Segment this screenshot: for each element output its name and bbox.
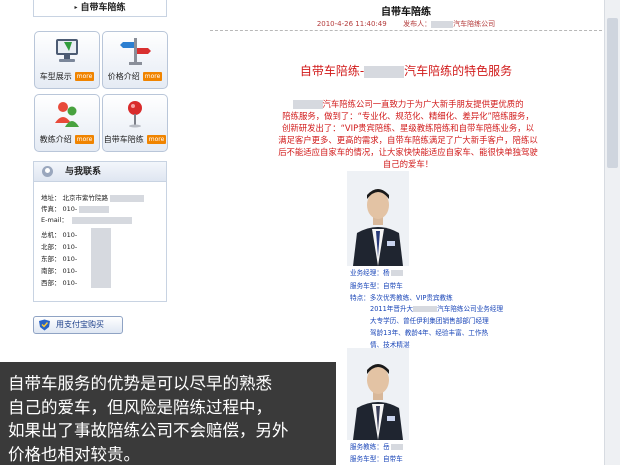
- redacted-block: [79, 205, 110, 213]
- coach-name-row: 服务教练：岳: [350, 441, 403, 451]
- contact-branch-main: 总机： 010-: [41, 231, 78, 239]
- article-title: 自带车陪练: [381, 7, 431, 18]
- caption-line: 自己的爱车，但风险是陪练过程中，: [8, 397, 272, 417]
- contact-panel: 与我联系 地址： 北京市紫竹院路 传真： 010- E-mail： 总机： 010- …: [33, 161, 167, 302]
- person-photo-icon: [347, 171, 409, 266]
- monitor-icon: [56, 39, 78, 62]
- manager-detail-line: 大专学历、曾任伊利集团销售部部门经理: [370, 317, 489, 325]
- caption-line: 价格也相对较贵。: [8, 444, 140, 464]
- tile-car-display[interactable]: 车型展示 more: [34, 31, 100, 89]
- redacted-block: [91, 228, 111, 288]
- scrollbar-thumb[interactable]: [607, 18, 618, 168]
- redacted-block: [413, 306, 438, 312]
- contact-fax: 传真： 010-: [41, 203, 110, 213]
- contact-branch-south: 南部： 010-: [41, 267, 78, 275]
- tile-label: 自带车陪练: [103, 135, 144, 144]
- person-photo-icon: [347, 348, 409, 440]
- tile-own-car-practice[interactable]: 自带车陪练 more: [102, 94, 168, 152]
- caption-line: 自带车服务的优势是可以尽早的熟悉: [8, 374, 272, 393]
- pin-icon: [128, 101, 142, 128]
- manager-name-row: 业务经理：杨: [350, 267, 403, 277]
- more-badge: more: [146, 135, 167, 144]
- contact-email: E-mail：: [41, 214, 132, 224]
- tile-label: 价格介绍: [107, 72, 140, 81]
- alipay-label: 用支付宝购买: [56, 320, 104, 329]
- vertical-scrollbar[interactable]: [604, 0, 620, 465]
- coach-service-row: 服务车型：自带车: [350, 455, 403, 463]
- publisher-name: 汽车陪练公司: [453, 20, 496, 28]
- redacted-block: [390, 270, 403, 276]
- coach-photo: [347, 348, 409, 440]
- redacted-block: [431, 20, 454, 28]
- redacted-block: [390, 444, 403, 450]
- alipay-buy-button[interactable]: 用支付宝购买: [33, 316, 123, 334]
- publisher-label: 发布人：: [403, 20, 432, 28]
- shield-icon: [39, 319, 50, 331]
- people-icon: [55, 102, 79, 127]
- tile-coach-intro[interactable]: 教练介绍 more: [34, 94, 100, 152]
- manager-feature-row: 特点：多次优秀教练、VIP贵宾教练: [350, 294, 453, 302]
- nav-current-item[interactable]: ▸ 自带车陪练: [33, 0, 167, 17]
- manager-detail-line: 驾龄13年、教龄4年、经验丰富、工作热: [370, 329, 489, 337]
- redacted-block: [292, 100, 323, 109]
- contact-address: 地址： 北京市紫竹院路: [41, 192, 144, 202]
- contact-panel-header: 与我联系: [34, 162, 166, 182]
- divider: [210, 30, 602, 31]
- tile-label: 车型展示: [39, 72, 72, 81]
- signpost-icon: [120, 38, 151, 65]
- manager-detail-line: 2011年晋升大 汽车陪练公司业务经理: [370, 305, 504, 313]
- caption-overlay: 自带车服务的优势是可以尽早的熟悉 自己的爱车，但风险是陪练过程中， 如果出了事故…: [0, 362, 336, 465]
- manager-service-row: 服务车型：自带车: [350, 282, 403, 290]
- tile-label: 教练介绍: [39, 135, 72, 144]
- user-icon: [42, 166, 53, 177]
- caption-line: 如果出了事故陪练公司不会赔偿，另外: [8, 421, 289, 440]
- article-meta: 2010-4-26 11:40:49 发布人： 汽车陪练公司: [210, 19, 602, 29]
- contact-branch-east: 东部： 010-: [41, 255, 78, 263]
- contact-branch-west: 西部： 010-: [41, 279, 78, 287]
- more-badge: more: [74, 135, 95, 144]
- article-headline: 自带车陪练- 汽车陪练的特色服务: [299, 64, 513, 78]
- manager-photo: [347, 171, 409, 266]
- contact-title: 与我联系: [65, 167, 102, 177]
- redacted-block: [364, 65, 405, 78]
- article-body: 汽车陪练公司一直致力于为广大新手朋友提供更优质的 陪练服务，做到了：“专业化、规…: [278, 99, 538, 169]
- more-badge: more: [142, 72, 163, 81]
- tile-price-intro[interactable]: 价格介绍 more: [102, 31, 168, 89]
- nav-current-label: 自带车陪练: [80, 3, 126, 13]
- publish-date: 2010-4-26 11:40:49: [316, 20, 387, 28]
- contact-branch-north: 北部： 010-: [41, 243, 78, 251]
- more-badge: more: [74, 72, 95, 81]
- redacted-block: [71, 216, 132, 224]
- redacted-block: [110, 194, 144, 202]
- arrow-right-icon: ▸: [74, 4, 78, 11]
